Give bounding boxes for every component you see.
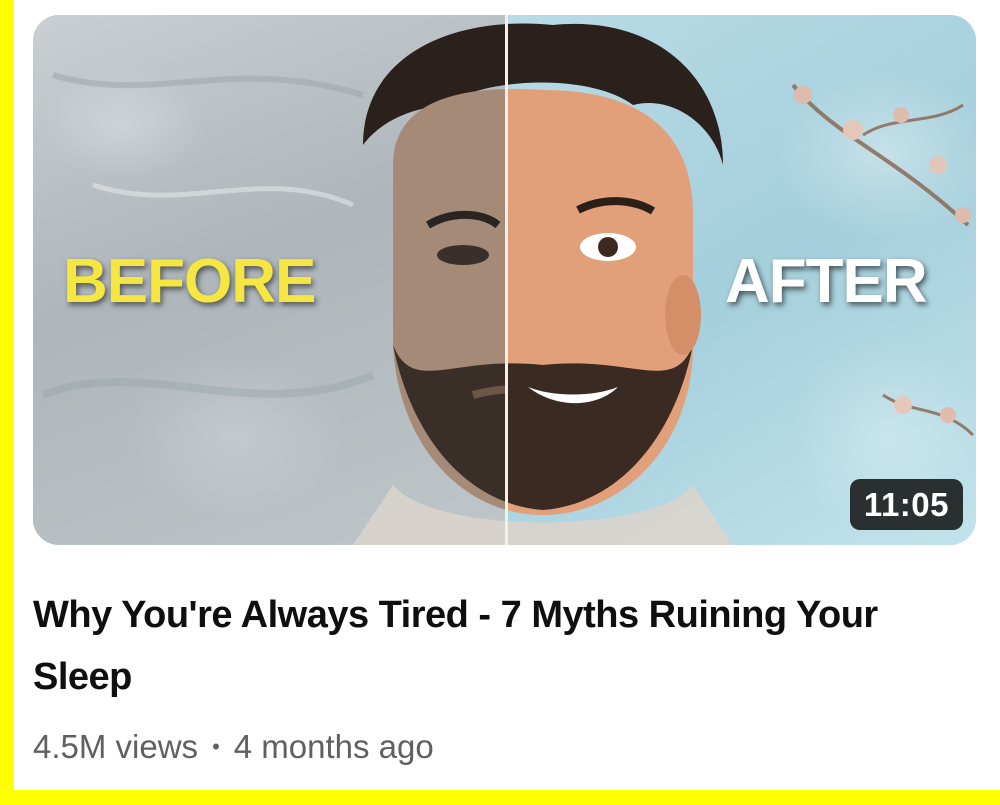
video-thumbnail[interactable]: BEFORE AFTER 11:05 bbox=[33, 15, 976, 545]
yellow-frame-left bbox=[0, 0, 14, 805]
duration-badge: 11:05 bbox=[849, 479, 963, 530]
thumbnail-before-label: BEFORE bbox=[63, 247, 316, 316]
video-card[interactable]: BEFORE AFTER 11:05 Why You're Always Tir… bbox=[14, 0, 1000, 790]
view-count: 4.5M views bbox=[33, 728, 199, 765]
thumbnail-after-label: AFTER bbox=[725, 247, 928, 316]
video-title[interactable]: Why You're Always Tired - 7 Myths Ruinin… bbox=[33, 584, 933, 708]
publish-date: 4 months ago bbox=[233, 728, 434, 765]
meta-separator: • bbox=[212, 734, 220, 759]
before-after-divider bbox=[505, 15, 508, 545]
video-metadata: 4.5M views • 4 months ago bbox=[33, 728, 434, 766]
yellow-frame-bottom bbox=[0, 790, 1000, 805]
